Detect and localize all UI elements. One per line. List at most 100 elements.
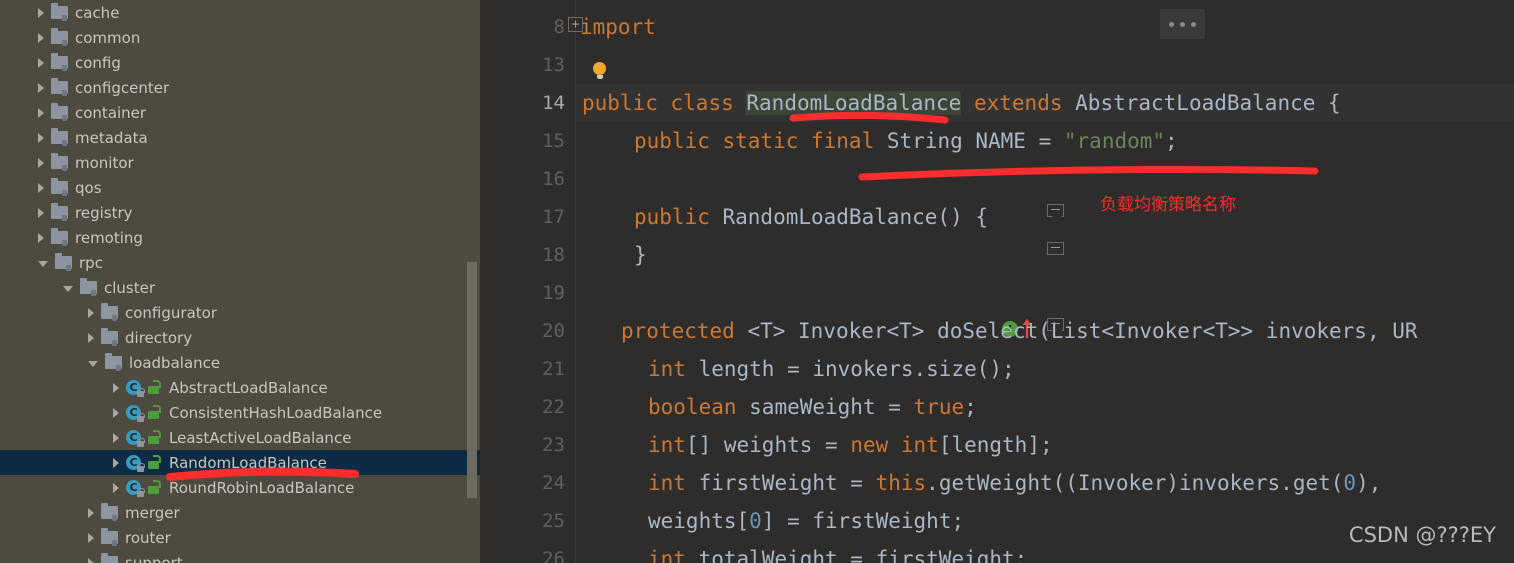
line-number-20[interactable]: 20 <box>480 312 575 350</box>
tree-item-cache[interactable]: cache <box>0 0 480 25</box>
collapsed-imports-placeholder[interactable] <box>1160 9 1205 39</box>
chevron-right-icon[interactable] <box>38 232 44 243</box>
tree-item-qos[interactable]: qos <box>0 175 480 200</box>
chevron-right-icon[interactable] <box>38 82 44 93</box>
code-editor[interactable]: 8 13 14 15 16 17 18 19 20 21 22 23 24 25 26 + import p… <box>480 0 1514 563</box>
chevron-right-icon[interactable] <box>38 182 44 193</box>
tree-item-loadbalance[interactable]: loadbalance <box>0 350 480 375</box>
folder-icon <box>51 178 68 196</box>
tree-item-support[interactable]: support <box>0 550 480 563</box>
tree-item-merger[interactable]: merger <box>0 500 480 525</box>
chevron-right-icon[interactable] <box>38 132 44 143</box>
code-line-23[interactable]: int[] weights = new int [length]; <box>576 426 1053 464</box>
line-number-17[interactable]: 17 <box>480 198 575 236</box>
chevron-right-icon[interactable] <box>88 532 94 543</box>
chevron-right-icon[interactable] <box>38 107 44 118</box>
code-line-22[interactable]: boolean sameWeight = true; <box>576 388 977 426</box>
stmt-length: length = invokers.size(); <box>685 357 1015 381</box>
line-number-8[interactable]: 8 <box>480 8 575 46</box>
chevron-right-icon[interactable] <box>88 307 94 318</box>
line-number-25[interactable]: 25 <box>480 502 575 540</box>
code-line-17[interactable]: public RandomLoadBalance() { <box>576 198 988 236</box>
code-line-26[interactable]: int totalWeight = firstWeight; <box>576 540 1027 563</box>
intention-bulb-icon[interactable] <box>593 62 608 79</box>
chevron-right-icon[interactable] <box>88 332 94 343</box>
chevron-down-icon[interactable] <box>63 286 73 292</box>
chevron-right-icon[interactable] <box>38 32 44 43</box>
tree-item-consistenthashloadbalance[interactable]: C ConsistentHashLoadBalance <box>0 400 480 425</box>
chevron-right-icon[interactable] <box>113 457 119 468</box>
tree-item-cluster[interactable]: cluster <box>0 275 480 300</box>
tree-item-configcenter[interactable]: configcenter <box>0 75 480 100</box>
tree-item-metadata[interactable]: metadata <box>0 125 480 150</box>
chevron-right-icon[interactable] <box>38 57 44 68</box>
tree-item-router[interactable]: router <box>0 525 480 550</box>
java-class-icon: C <box>126 404 145 422</box>
stmt-totalweight: totalWeight = firstWeight; <box>685 547 1028 563</box>
tree-item-common[interactable]: common <box>0 25 480 50</box>
chevron-right-icon[interactable] <box>38 7 44 18</box>
line-number-26[interactable]: 26 <box>480 540 575 563</box>
tree-item-config[interactable]: config <box>0 50 480 75</box>
code-line-24[interactable]: int firstWeight = this .getWeight((Invoke… <box>576 464 1381 502</box>
number-zero-25: 0 <box>749 509 762 533</box>
code-line-25[interactable]: weights[0] = firstWeight; <box>576 502 964 540</box>
chevron-down-icon[interactable] <box>38 261 48 267</box>
code-line-14[interactable]: public class RandomLoadBalance extends A… <box>576 84 1514 122</box>
line-number-16[interactable]: 16 <box>480 160 575 198</box>
tree-item-container[interactable]: container <box>0 100 480 125</box>
line-number-15[interactable]: 15 <box>480 122 575 160</box>
chevron-right-icon[interactable] <box>88 507 94 518</box>
code-line-18[interactable]: } <box>576 236 647 274</box>
code-line-8[interactable]: import <box>580 8 656 46</box>
chevron-right-icon[interactable] <box>38 207 44 218</box>
tree-item-label: loadbalance <box>129 353 221 372</box>
tree-item-label: rpc <box>79 253 103 272</box>
tree-item-abstractloadbalance[interactable]: C AbstractLoadBalance <box>0 375 480 400</box>
chevron-right-icon[interactable] <box>113 382 119 393</box>
chevron-down-icon[interactable] <box>88 361 98 367</box>
line-number-19[interactable]: 19 <box>480 274 575 312</box>
chevron-right-icon[interactable] <box>38 157 44 168</box>
line-number-14[interactable]: 14 <box>480 84 575 122</box>
tree-item-monitor[interactable]: monitor <box>0 150 480 175</box>
stmt-weights-tail: [length]; <box>938 433 1053 457</box>
project-tree-panel[interactable]: cache common config configcenter container me… <box>0 0 480 563</box>
tree-item-randomloadbalance[interactable]: C RandomLoadBalance <box>0 450 480 475</box>
tree-item-registry[interactable]: registry <box>0 200 480 225</box>
chevron-right-icon[interactable] <box>113 432 119 443</box>
line-number-23[interactable]: 23 <box>480 426 575 464</box>
chevron-right-icon[interactable] <box>88 557 94 563</box>
code-line-15[interactable]: public static final String NAME = "rando… <box>576 122 1178 160</box>
tree-item-label: RandomLoadBalance <box>169 453 327 472</box>
class-name-randomloadbalance[interactable]: RandomLoadBalance <box>746 91 962 115</box>
keyword-extends: extends <box>973 91 1063 115</box>
chevron-right-icon[interactable] <box>113 482 119 493</box>
line-number-24[interactable]: 24 <box>480 464 575 502</box>
chevron-right-icon[interactable] <box>113 407 119 418</box>
tree-item-rpc[interactable]: rpc <box>0 250 480 275</box>
line-number-18[interactable]: 18 <box>480 236 575 274</box>
keyword-int-23: int <box>648 433 686 457</box>
fold-collapse-icon-18[interactable] <box>1047 242 1064 255</box>
tree-item-remoting[interactable]: remoting <box>0 225 480 250</box>
superclass-abstractloadbalance[interactable]: AbstractLoadBalance { <box>1075 91 1341 115</box>
tree-vertical-scrollbar[interactable] <box>467 262 477 498</box>
code-line-20[interactable]: protected <T> Invoker<T> doSelect(List<I… <box>576 312 1418 350</box>
keyword-int-21: int <box>648 357 686 381</box>
line-number-22[interactable]: 22 <box>480 388 575 426</box>
tree-item-label: cache <box>75 3 120 22</box>
fold-collapse-icon-17[interactable] <box>1047 204 1064 222</box>
tree-item-label: common <box>75 28 141 47</box>
tree-item-label: RoundRobinLoadBalance <box>169 478 355 497</box>
tree-item-configurator[interactable]: configurator <box>0 300 480 325</box>
line-number-21[interactable]: 21 <box>480 350 575 388</box>
code-line-21[interactable]: int length = invokers.size(); <box>576 350 1015 388</box>
tree-item-leastactiveloadbalance[interactable]: C LeastActiveLoadBalance <box>0 425 480 450</box>
tree-item-label: monitor <box>75 153 134 172</box>
tree-item-directory[interactable]: directory <box>0 325 480 350</box>
tree-item-roundrobinloadbalance[interactable]: C RoundRobinLoadBalance <box>0 475 480 500</box>
annotation-note-text: 负载均衡策略名称 <box>1100 195 1236 215</box>
line-number-13[interactable]: 13 <box>480 46 575 84</box>
public-access-icon <box>147 480 161 495</box>
